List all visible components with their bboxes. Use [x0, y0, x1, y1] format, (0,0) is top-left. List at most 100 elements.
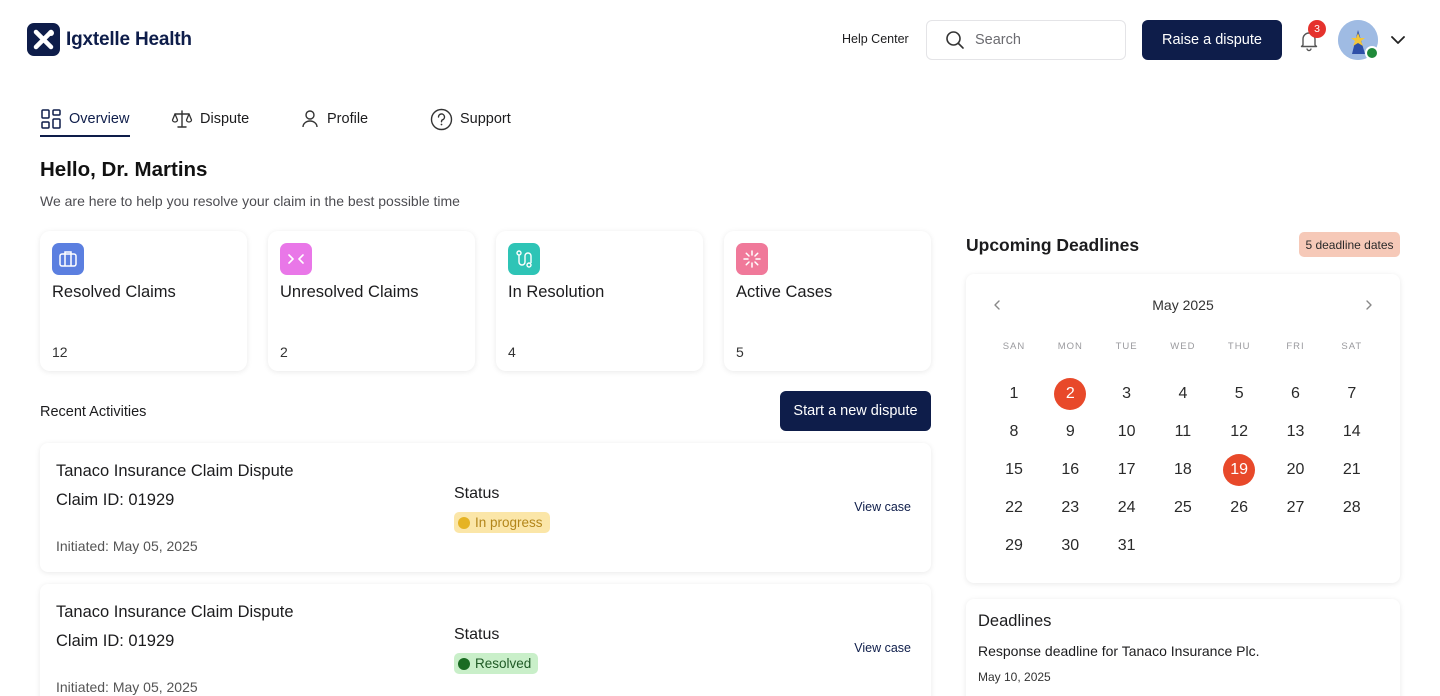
calendar-weekday: SAT [1341, 341, 1363, 352]
raise-dispute-button[interactable]: Raise a dispute [1142, 20, 1282, 60]
tab-profile[interactable]: Profile [300, 106, 368, 132]
calendar-day[interactable]: 3 [1111, 378, 1143, 410]
calendar-day[interactable]: 12 [1223, 416, 1255, 448]
calendar-day[interactable]: 11 [1167, 416, 1199, 448]
grid-icon [41, 109, 61, 129]
status-text: Resolved [475, 656, 532, 671]
tab-profile-label: Profile [327, 111, 369, 127]
tab-support[interactable]: Support [430, 106, 511, 132]
activity-claim-id: Claim ID: 01929 [56, 491, 175, 509]
calendar-day[interactable]: 8 [998, 416, 1030, 448]
stat-card-resolved-claims[interactable]: Resolved Claims 12 [40, 231, 247, 371]
notification-count-badge: 3 [1308, 20, 1326, 38]
deadlines-title: Deadlines [978, 612, 1052, 630]
chevron-down-icon[interactable] [1389, 31, 1407, 49]
calendar-day[interactable]: 27 [1280, 492, 1312, 524]
calendar-day[interactable]: 26 [1223, 492, 1255, 524]
activity-claim-id: Claim ID: 01929 [56, 632, 175, 650]
deadline-date: May 10, 2025 [978, 670, 1051, 684]
activity-title: Tanaco Insurance Claim Dispute [56, 462, 294, 480]
calendar-day[interactable]: 5 [1223, 378, 1255, 410]
brand-logo[interactable]: Igxtelle Health [27, 23, 192, 56]
online-status-indicator [1365, 46, 1379, 60]
stat-label: Resolved Claims [52, 283, 176, 301]
recent-activities-title: Recent Activities [40, 404, 147, 420]
help-center-link[interactable]: Help Center [842, 32, 909, 46]
calendar-day[interactable]: 20 [1280, 454, 1312, 486]
calendar-weekday: MON [1057, 341, 1083, 352]
calendar-weekday: SAN [1002, 341, 1026, 352]
calendar-day[interactable]: 2 [1054, 378, 1087, 410]
logo-mark-icon [27, 23, 60, 56]
calendar-day[interactable]: 7 [1336, 378, 1368, 410]
stat-card-in-resolution[interactable]: In Resolution 4 [496, 231, 703, 371]
activity-initiated-date: Initiated: May 05, 2025 [56, 538, 198, 554]
calendar-day[interactable]: 14 [1336, 416, 1368, 448]
calendar-day[interactable]: 23 [1054, 492, 1086, 524]
status-label: Status [454, 626, 500, 643]
calendar-day[interactable]: 1 [998, 378, 1030, 410]
activity-card: Tanaco Insurance Claim Dispute Claim ID:… [40, 443, 931, 572]
calendar-day[interactable]: 9 [1054, 416, 1086, 448]
calendar-day[interactable]: 18 [1167, 454, 1199, 486]
upcoming-deadlines-title: Upcoming Deadlines [966, 235, 1140, 255]
stat-label: In Resolution [508, 283, 605, 301]
tab-support-label: Support [460, 111, 511, 127]
calendar-weekday: TUE [1115, 341, 1138, 352]
view-case-link[interactable]: View case [854, 500, 911, 514]
status-dot-icon [458, 657, 470, 670]
page-subtitle: We are here to help you resolve your cla… [40, 193, 460, 209]
calendar-day[interactable]: 4 [1167, 378, 1199, 410]
stat-card-unresolved-claims[interactable]: Unresolved Claims 2 [268, 231, 475, 371]
calendar-day[interactable]: 17 [1111, 454, 1143, 486]
route-icon [508, 243, 540, 275]
calendar-weekday: WED [1170, 341, 1196, 352]
calendar-day[interactable]: 28 [1336, 492, 1368, 524]
view-case-link[interactable]: View case [854, 641, 911, 655]
status-badge: Resolved [454, 653, 539, 674]
brand-name: Igxtelle Health [66, 28, 192, 50]
search-input[interactable] [975, 32, 1105, 48]
calendar-day[interactable]: 6 [1280, 378, 1312, 410]
calendar-day[interactable]: 21 [1336, 454, 1368, 486]
arrows-in-icon [280, 243, 312, 275]
calendar-day[interactable]: 24 [1111, 492, 1143, 524]
calendar-weekday: THU [1227, 341, 1251, 352]
stat-value: 5 [736, 344, 744, 360]
activity-title: Tanaco Insurance Claim Dispute [56, 603, 294, 621]
tab-overview[interactable]: Overview [40, 106, 129, 132]
loader-icon [736, 243, 768, 275]
calendar-day[interactable]: 13 [1280, 416, 1312, 448]
stat-value: 2 [280, 344, 288, 360]
stat-value: 12 [52, 344, 68, 360]
calendar-day[interactable]: 10 [1111, 416, 1143, 448]
chevron-right-icon[interactable] [1362, 298, 1376, 312]
stat-card-active-cases[interactable]: Active Cases 5 [724, 231, 931, 371]
calendar-day[interactable]: 16 [1054, 454, 1086, 486]
activity-card: Tanaco Insurance Claim Dispute Claim ID:… [40, 584, 931, 696]
calendar-day[interactable]: 22 [998, 492, 1030, 524]
deadlines-card: Deadlines Response deadline for Tanaco I… [966, 599, 1400, 696]
calendar-day[interactable]: 29 [998, 530, 1030, 562]
help-circle-icon [430, 108, 453, 130]
user-icon [302, 110, 318, 128]
start-new-dispute-button[interactable]: Start a new dispute [780, 391, 931, 431]
calendar-day[interactable]: 15 [998, 454, 1030, 486]
stat-label: Active Cases [736, 283, 833, 301]
calendar-day[interactable]: 25 [1167, 492, 1199, 524]
calendar-day[interactable]: 19 [1223, 454, 1256, 486]
status-text: In progress [475, 515, 543, 530]
activity-initiated-date: Initiated: May 05, 2025 [56, 679, 198, 695]
search-box[interactable] [926, 20, 1126, 60]
page-title: Hello, Dr. Martins [40, 158, 208, 181]
calendar-day[interactable]: 30 [1054, 530, 1086, 562]
calendar-month: May 2025 [1152, 297, 1214, 313]
active-tab-indicator [40, 135, 130, 137]
tab-overview-label: Overview [69, 111, 130, 127]
calendar-day[interactable]: 31 [1111, 530, 1143, 562]
calendar: May 2025 SAN MON TUE WED THU FRI SAT 123456789… [966, 274, 1400, 583]
tab-dispute[interactable]: Dispute [171, 106, 249, 132]
status-dot-icon [458, 516, 470, 529]
tab-dispute-label: Dispute [200, 111, 250, 127]
calendar-weekday: FRI [1286, 341, 1305, 352]
